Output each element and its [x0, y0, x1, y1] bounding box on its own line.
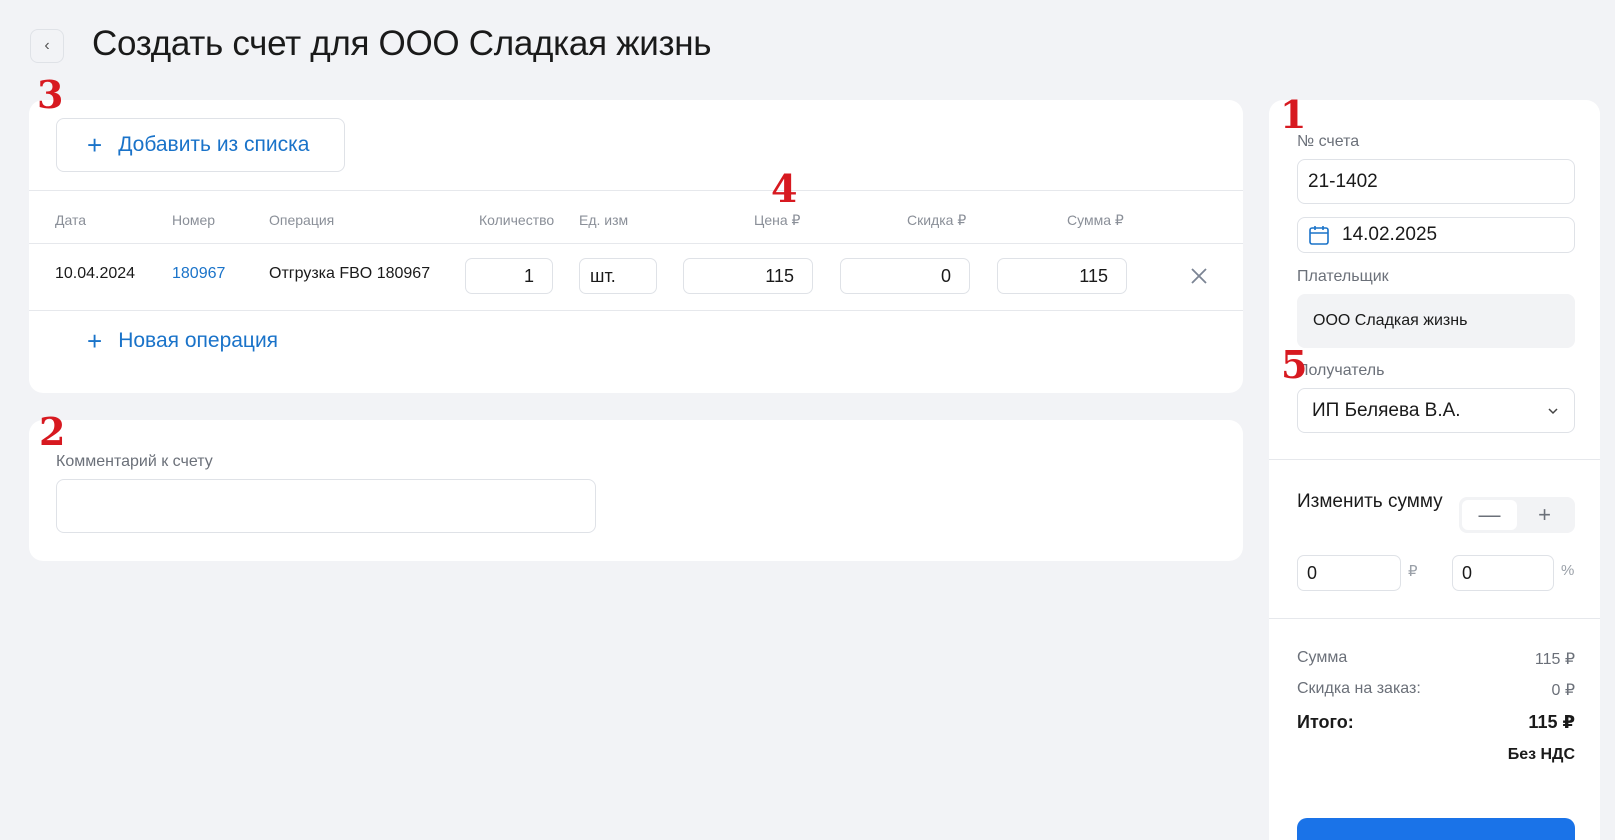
plus-icon: + [1538, 502, 1551, 527]
recipient-label: Получатель [1297, 362, 1385, 379]
comment-input[interactable] [56, 479, 596, 533]
close-icon [1191, 268, 1207, 284]
add-from-list-label: Добавить из списка [118, 133, 310, 156]
recipient-value: ИП Беляева В.А. [1312, 399, 1461, 421]
sum-value: 115 ₽ [1534, 651, 1575, 668]
col-header-price: Цена ₽ [754, 212, 801, 228]
price-input[interactable] [683, 258, 813, 294]
invoice-number-input[interactable]: 21-1402 [1297, 159, 1575, 204]
quantity-input[interactable] [465, 258, 553, 294]
annotation-marker-1: 1 [1280, 92, 1307, 137]
sum-sign-toggle: — + [1459, 497, 1575, 533]
comment-card: Комментарий к счету [29, 420, 1243, 561]
amount-percent-input[interactable] [1452, 555, 1554, 591]
invoice-number-label: № счета [1297, 133, 1360, 150]
vat-note: Без НДС [1507, 746, 1575, 763]
header-row-divider [29, 243, 1243, 244]
col-header-sum: Сумма ₽ [1067, 212, 1124, 228]
sidebar-divider [1269, 618, 1600, 619]
unit-input[interactable] [579, 258, 657, 294]
discount-row: Скидка на заказ: 0 ₽ [1297, 680, 1575, 700]
new-operation-label: Новая операция [118, 329, 279, 352]
col-header-date: Дата [55, 212, 87, 228]
annotation-marker-4: 4 [771, 166, 798, 211]
discount-input[interactable] [840, 258, 970, 294]
plus-icon: + [87, 326, 103, 356]
row-number-link[interactable]: 180967 [172, 265, 225, 283]
sum-row: Сумма 115 ₽ [1297, 649, 1575, 669]
row-date: 10.04.2024 [55, 265, 136, 282]
minus-icon: — [1478, 502, 1501, 527]
col-header-operation: Операция [269, 212, 335, 228]
change-sum-label: Изменить сумму [1297, 491, 1443, 512]
annotation-marker-2: 2 [39, 409, 66, 454]
sidebar-divider [1269, 459, 1600, 460]
amount-rub-input[interactable] [1297, 555, 1401, 591]
invoice-sidebar: № счета 21-1402 14.02.2025 Плательщик ОО… [1269, 100, 1600, 840]
add-from-list-button[interactable]: + Добавить из списка [56, 118, 345, 172]
col-header-discount: Скидка ₽ [907, 212, 967, 228]
table-top-divider [29, 190, 1243, 191]
sum-input[interactable] [997, 258, 1127, 294]
annotation-marker-5: 5 [1281, 342, 1308, 387]
back-button[interactable]: ‹ [30, 29, 64, 63]
discount-label: Скидка на заказ: [1297, 680, 1421, 697]
sum-label: Сумма [1297, 649, 1348, 666]
calendar-icon [1309, 226, 1329, 245]
payer-label: Плательщик [1297, 268, 1389, 285]
payer-value: ООО Сладкая жизнь [1297, 294, 1575, 348]
total-value: 115 ₽ [1528, 712, 1575, 732]
date-value: 14.02.2025 [1342, 224, 1438, 245]
chevron-down-icon [1548, 407, 1558, 414]
remove-row-button[interactable] [1187, 264, 1211, 288]
recipient-select[interactable]: ИП Беляева В.А. [1297, 388, 1575, 433]
increase-button[interactable]: + [1517, 500, 1572, 530]
col-header-quantity: Количество [479, 212, 555, 228]
plus-icon: + [87, 130, 103, 160]
col-header-number: Номер [172, 212, 216, 228]
date-field[interactable]: 14.02.2025 [1297, 217, 1575, 253]
percent-unit: % [1561, 562, 1575, 579]
total-row: Итого: 115 ₽ [1297, 712, 1575, 733]
total-label: Итого: [1297, 712, 1354, 732]
discount-value: 0 ₽ [1551, 682, 1575, 699]
invoice-number-value: 21-1402 [1308, 170, 1378, 192]
chevron-left-icon: ‹ [44, 37, 50, 54]
row-bottom-divider [29, 310, 1243, 311]
comment-label: Комментарий к счету [56, 453, 213, 470]
annotation-marker-3: 3 [37, 72, 64, 117]
new-operation-button[interactable]: + Новая операция [87, 328, 278, 354]
create-invoice-button[interactable] [1297, 818, 1575, 840]
col-header-unit: Ед. изм [579, 212, 629, 228]
decrease-button[interactable]: — [1462, 500, 1517, 530]
page-title: Создать счет для ООО Сладкая жизнь [92, 24, 712, 63]
operations-card: + Добавить из списка Дата Номер Операция… [29, 100, 1243, 393]
rub-unit: ₽ [1408, 563, 1418, 580]
row-operation: Отгрузка FBO 180967 [269, 265, 431, 282]
